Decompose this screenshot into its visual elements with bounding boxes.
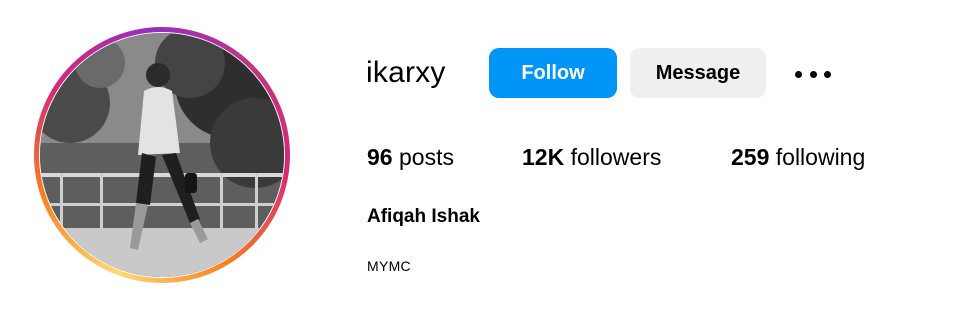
followers-label: followers: [570, 144, 662, 170]
dot: [824, 70, 831, 78]
profile-photo: [40, 33, 284, 277]
dot: [795, 70, 802, 78]
follow-button[interactable]: Follow: [489, 48, 617, 98]
dot: [809, 70, 817, 78]
bio-text: MYMC: [367, 258, 411, 274]
followers-count: 12K: [522, 144, 565, 170]
username: ikarxy: [366, 56, 446, 89]
story-ring[interactable]: [34, 27, 290, 283]
following-stat[interactable]: 259 following: [731, 144, 865, 171]
following-label: following: [775, 144, 866, 170]
posts-count: 96: [367, 144, 393, 170]
avatar[interactable]: [40, 33, 284, 277]
posts-label: posts: [398, 144, 454, 170]
message-button[interactable]: Message: [630, 48, 766, 98]
full-name: Afiqah Ishak: [367, 206, 480, 227]
posts-stat: 96 posts: [367, 144, 454, 171]
followers-stat[interactable]: 12K followers: [522, 144, 661, 171]
following-count: 259: [731, 144, 770, 170]
more-options-icon[interactable]: [795, 62, 831, 86]
